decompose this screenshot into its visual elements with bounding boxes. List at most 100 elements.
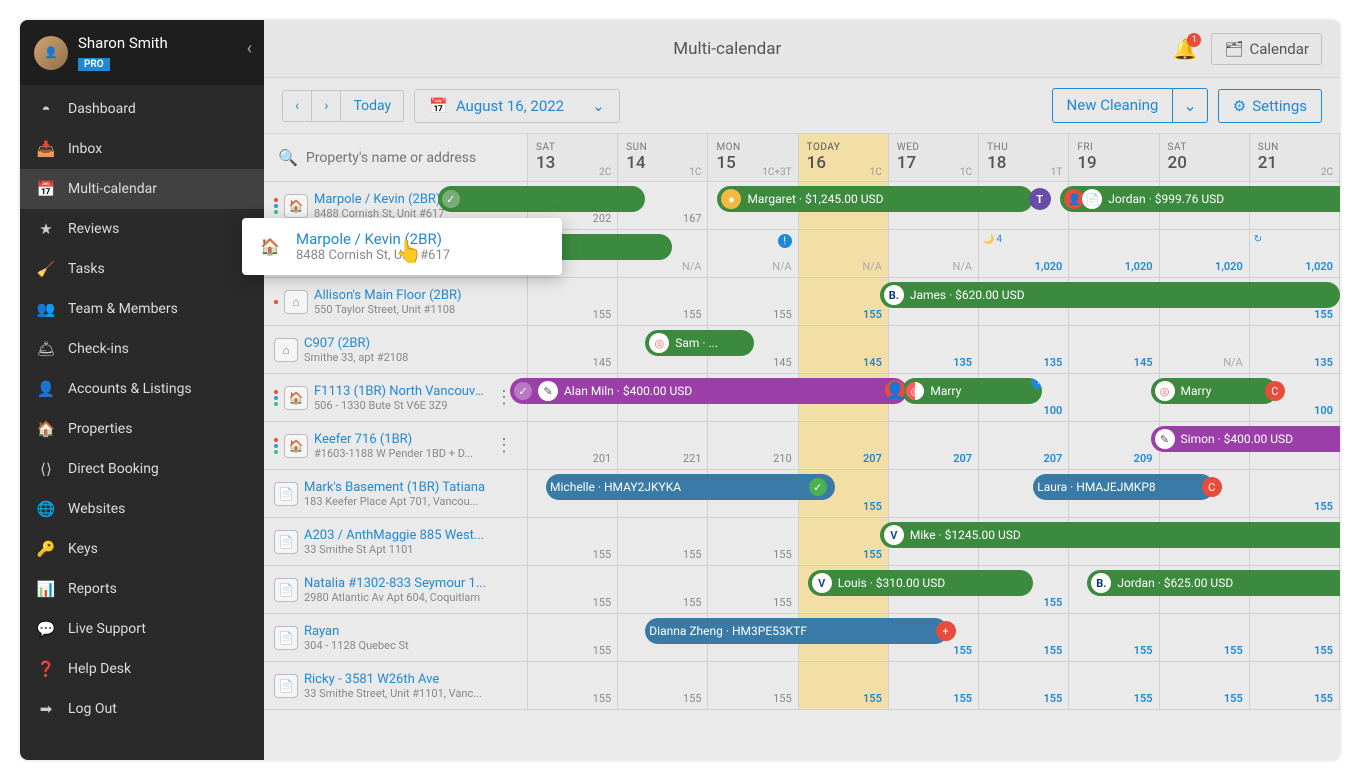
trailing-badge[interactable]: C [1202, 477, 1222, 497]
calendar-cell[interactable]: 155 [708, 662, 798, 709]
nav-tasks[interactable]: 🧹Tasks [20, 249, 264, 289]
booking-bar[interactable]: Michelle · HMAY2JKYKA✓ [546, 474, 835, 500]
calendar-cell[interactable]: N/A [799, 230, 889, 277]
calendar-cell[interactable]: 207 [889, 422, 979, 469]
booking-bar[interactable]: ●Margaret · $1,245.00 USD [717, 186, 1033, 212]
prev-button[interactable]: ‹ [283, 91, 312, 121]
nav-multi-calendar[interactable]: 📅Multi-calendar [20, 169, 264, 209]
calendar-cell[interactable]: 155 [528, 662, 618, 709]
booking-bar[interactable]: B.Jordan · $625.00 USD [1087, 570, 1340, 596]
calendar-cell[interactable]: 155 [1250, 470, 1340, 517]
sidebar-collapse-button[interactable]: ‹ [247, 38, 252, 59]
calendar-cell[interactable]: 155 [708, 278, 798, 325]
calendar-cell[interactable]: 155 [1250, 662, 1340, 709]
nav-team[interactable]: 👥Team & Members [20, 289, 264, 329]
booking-bar[interactable]: Dianna Zheng · HM3PE53KTF [645, 618, 947, 644]
booking-bar[interactable]: ✓ [438, 186, 646, 212]
day-header[interactable]: SUN212C [1250, 134, 1340, 181]
property-search[interactable]: 🔍 [264, 134, 528, 181]
nav-dashboard[interactable]: ◓Dashboard [20, 89, 264, 129]
new-cleaning-dropdown[interactable]: ⌄ [1173, 88, 1207, 123]
booking-bar[interactable]: ◎Marry! [902, 378, 1042, 404]
day-header[interactable]: SAT20 [1160, 134, 1250, 181]
day-header[interactable]: TODAY161C [799, 134, 889, 181]
calendar-cell[interactable]: 155 [799, 518, 889, 565]
day-header[interactable]: MON151C+3T [708, 134, 798, 181]
nav-checkins[interactable]: 🛎Check-ins [20, 329, 264, 369]
booking-bar[interactable]: B.James · $620.00 USD [880, 282, 1340, 308]
calendar-cell[interactable]: 1,020 [1250, 230, 1340, 277]
row-menu-button[interactable]: ⋮ [491, 435, 517, 456]
calendar-cell[interactable]: 155 [618, 518, 708, 565]
calendar-cell[interactable]: 155 [1069, 662, 1159, 709]
day-header[interactable]: SAT132C [528, 134, 618, 181]
notifications-button[interactable]: 🔔 1 [1173, 37, 1198, 61]
property-label[interactable]: 📄Natalia #1302-833 Seymour 1...2980 Atla… [264, 566, 528, 613]
calendar-cell[interactable]: 145 [528, 326, 618, 373]
calendar-cell[interactable] [1069, 374, 1159, 421]
booking-bar[interactable]: 👤📄Jordan · $999.76 USD [1060, 186, 1340, 212]
calendar-cell[interactable]: 135 [889, 326, 979, 373]
settings-button[interactable]: ⚙ Settings [1218, 89, 1322, 123]
calendar-cell[interactable]: 155 [1069, 614, 1159, 661]
calendar-cell[interactable]: 155 [799, 662, 889, 709]
calendar-cell[interactable]: 155 [889, 662, 979, 709]
calendar-cell[interactable]: 210 [708, 422, 798, 469]
calendar-cell[interactable]: 155 [528, 566, 618, 613]
user-block[interactable]: 👤 Sharon Smith PRO ‹ [20, 20, 264, 85]
calendar-cell[interactable]: 201 [528, 422, 618, 469]
calendar-cell[interactable]: 155 [618, 662, 708, 709]
calendar-cell[interactable]: 155 [528, 614, 618, 661]
day-header[interactable]: WED171C [889, 134, 979, 181]
calendar-cell[interactable] [889, 470, 979, 517]
calendar-cell[interactable]: 145 [799, 326, 889, 373]
calendar-cell[interactable]: 155 [528, 518, 618, 565]
nav-help-desk[interactable]: ❓Help Desk [20, 649, 264, 689]
calendar-cell[interactable]: 207 [979, 422, 1069, 469]
next-button[interactable]: › [312, 91, 341, 121]
calendar-cell[interactable]: 1,020 [1069, 230, 1159, 277]
calendar-cell[interactable]: 1,0204 [979, 230, 1069, 277]
view-switch-button[interactable]: 🗂 Calendar [1211, 33, 1322, 65]
calendar-cell[interactable]: 155 [799, 278, 889, 325]
trailing-badge[interactable]: C [1265, 381, 1285, 401]
calendar-cell[interactable]: N/A [889, 230, 979, 277]
nav-websites[interactable]: 🌐Websites [20, 489, 264, 529]
today-button[interactable]: Today [341, 91, 403, 121]
trailing-badge[interactable]: + [936, 621, 956, 641]
property-label[interactable]: 📄Ricky - 3581 W26th Ave33 Smithe Street,… [264, 662, 528, 709]
new-cleaning-button[interactable]: New Cleaning [1052, 88, 1174, 123]
calendar-cell[interactable]: 207 [799, 422, 889, 469]
nav-properties[interactable]: 🏠Properties [20, 409, 264, 449]
calendar-cell[interactable]: 209 [1069, 422, 1159, 469]
day-header[interactable]: FRI19 [1069, 134, 1159, 181]
nav-logout[interactable]: ➡Log Out [20, 689, 264, 729]
booking-bar[interactable]: Laura · HMAJEJMKP8 [1033, 474, 1213, 500]
nav-direct-booking[interactable]: ⟨⟩Direct Booking [20, 449, 264, 489]
calendar-cell[interactable]: 155 [979, 662, 1069, 709]
nav-live-support[interactable]: 💬Live Support [20, 609, 264, 649]
calendar-cell[interactable]: 1,020 [1160, 230, 1250, 277]
calendar-cell[interactable]: 155 [618, 278, 708, 325]
calendar-cell[interactable]: N/A [1160, 326, 1250, 373]
calendar-cell[interactable]: 155 [708, 566, 798, 613]
calendar-cell[interactable]: 155 [1160, 662, 1250, 709]
property-label[interactable]: 🏠F1113 (1BR) North Vancouver506 - 1330 B… [264, 374, 528, 421]
property-label[interactable]: 📄A203 / AnthMaggie 885 West...33 Smithe … [264, 518, 528, 565]
nav-keys[interactable]: 🔑Keys [20, 529, 264, 569]
calendar-cell[interactable]: 155 [528, 278, 618, 325]
calendar-cell[interactable]: 155 [1160, 614, 1250, 661]
nav-reviews[interactable]: ★Reviews [20, 209, 264, 249]
calendar-cell[interactable]: 155 [1250, 614, 1340, 661]
calendar-cell[interactable]: 145 [1069, 326, 1159, 373]
property-label[interactable]: ⌂Allison's Main Floor (2BR)550 Taylor St… [264, 278, 528, 325]
property-label[interactable]: ⌂C907 (2BR)Smithe 33, apt #2108 [264, 326, 528, 373]
booking-bar[interactable]: ✓✎Alan Miln · $400.00 USD [510, 378, 907, 404]
nav-reports[interactable]: 📊Reports [20, 569, 264, 609]
booking-bar[interactable]: ✎Simon · $400.00 USD [1151, 426, 1340, 452]
calendar-cell[interactable]: N/A! [708, 230, 798, 277]
calendar-cell[interactable]: 135 [1250, 326, 1340, 373]
calendar-cell[interactable]: 155 [979, 614, 1069, 661]
nav-accounts[interactable]: 👤Accounts & Listings [20, 369, 264, 409]
date-picker[interactable]: 📅 August 16, 2022 ⌄ [414, 89, 620, 123]
